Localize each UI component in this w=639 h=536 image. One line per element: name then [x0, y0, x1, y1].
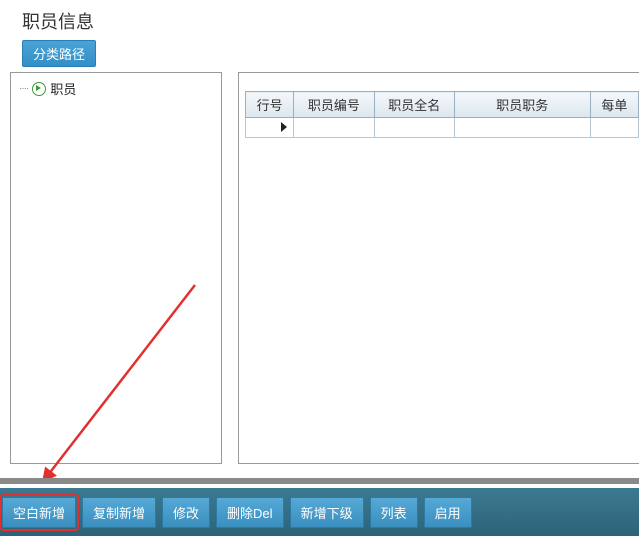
col-per-order[interactable]: 每单	[590, 92, 638, 118]
cell-per-order[interactable]	[590, 118, 638, 138]
cell-employee-id[interactable]	[294, 118, 374, 138]
row-cursor-cell	[246, 118, 294, 138]
divider-bar	[0, 478, 639, 484]
col-employee-id[interactable]: 职员编号	[294, 92, 374, 118]
copy-new-button[interactable]: 复制新增	[82, 497, 156, 528]
cell-employee-name[interactable]	[374, 118, 454, 138]
grid-header-row: 行号 职员编号 职员全名 职员职务 每单	[246, 92, 639, 118]
blank-new-button[interactable]: 空白新增	[2, 497, 76, 528]
data-grid[interactable]: 行号 职员编号 职员全名 职员职务 每单	[245, 91, 639, 138]
grid-panel: 行号 职员编号 职员全名 职员职务 每单	[238, 72, 639, 464]
enable-button[interactable]: 启用	[424, 497, 472, 528]
tree-panel[interactable]: ···· 职员	[10, 72, 222, 464]
delete-button[interactable]: 删除Del	[216, 497, 284, 528]
content-area: ···· 职员 行号 职员编号 职员全名 职员职务 每单	[10, 72, 639, 464]
table-row[interactable]	[246, 118, 639, 138]
cell-employee-position[interactable]	[454, 118, 590, 138]
play-circle-icon	[32, 82, 46, 96]
category-path-button[interactable]: 分类路径	[22, 40, 96, 67]
col-employee-name[interactable]: 职员全名	[374, 92, 454, 118]
tree-node-label: 职员	[50, 79, 76, 98]
row-cursor-icon	[281, 122, 287, 132]
header: 职员信息 分类路径	[0, 0, 639, 73]
page-title: 职员信息	[22, 8, 623, 34]
bottom-toolbar: 空白新增复制新增修改删除Del新增下级列表启用	[0, 488, 639, 536]
edit-button[interactable]: 修改	[162, 497, 210, 528]
tree-node-root[interactable]: ···· 职员	[11, 73, 221, 104]
new-sub-button[interactable]: 新增下级	[290, 497, 364, 528]
col-row-number[interactable]: 行号	[246, 92, 294, 118]
col-employee-position[interactable]: 职员职务	[454, 92, 590, 118]
list-button[interactable]: 列表	[370, 497, 418, 528]
tree-expand-dots: ····	[19, 83, 28, 94]
